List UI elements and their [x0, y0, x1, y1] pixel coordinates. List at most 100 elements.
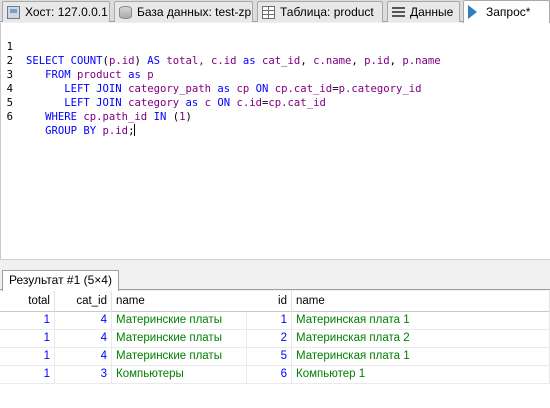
sql-token: p.id: [364, 55, 390, 67]
cell-cat-id[interactable]: 3: [55, 366, 112, 383]
sql-token: cp.path_id: [83, 111, 148, 123]
sql-token: total,: [159, 55, 212, 67]
cell-product-name[interactable]: Материнская плата 1: [292, 312, 550, 329]
sql-token: ,: [351, 55, 365, 67]
column-header-total[interactable]: total: [0, 291, 55, 312]
tab-table[interactable]: Таблица: product: [257, 1, 383, 22]
tab-data[interactable]: Данные: [387, 1, 460, 22]
sql-token: as: [210, 83, 237, 95]
sql-token: AS: [147, 55, 160, 67]
cell-product-name[interactable]: Материнская плата 2: [292, 330, 550, 347]
tab-query-label: Запрос*: [486, 5, 531, 19]
cell-product-name[interactable]: Компьютер 1: [292, 366, 550, 383]
database-icon: [119, 5, 132, 19]
sql-token: p.name: [402, 55, 441, 67]
sql-token: WHERE: [26, 111, 84, 123]
cell-total[interactable]: 1: [0, 330, 55, 347]
tab-query[interactable]: Запрос*: [463, 0, 550, 23]
sql-token: c.name: [313, 55, 352, 67]
sql-token: product: [77, 69, 122, 81]
sql-token: ): [134, 55, 148, 67]
cell-product-name[interactable]: Материнская плата 1: [292, 348, 550, 365]
cell-category-name[interactable]: Материнские платы: [112, 330, 247, 347]
result-tab-bar: Результат #1 (5×4): [0, 269, 550, 291]
sql-token: ,: [389, 55, 403, 67]
sql-editor[interactable]: 1 SELECT COUNT(p.id) AS total, c.id as c…: [0, 23, 550, 259]
document-tab-bar: Хост: 127.0.0.1 База данных: test-zp Таб…: [0, 0, 550, 23]
sql-token: c: [204, 97, 218, 109]
table-icon: [262, 5, 275, 19]
cell-cat-id[interactable]: 4: [55, 348, 112, 365]
tab-database-label: База данных: test-zp: [137, 5, 252, 19]
code-text[interactable]: LEFT JOIN category_path as cp ON cp.cat_…: [26, 82, 422, 96]
sql-token: ): [185, 111, 192, 123]
sql-token: as: [121, 69, 148, 81]
code-line: 3 LEFT JOIN category_path as cp ON cp.ca…: [1, 54, 422, 95]
server-icon: [7, 5, 20, 19]
result-grid[interactable]: total cat_id name id name 1 4 Матерински…: [0, 291, 550, 408]
sql-token: ,: [300, 55, 314, 67]
code-text[interactable]: GROUP BY p.id;: [26, 124, 136, 138]
code-line: 5 WHERE cp.path_id IN (1): [1, 82, 192, 123]
data-icon: [392, 5, 405, 19]
sql-token: cp.cat_id: [274, 83, 333, 95]
tab-database[interactable]: База данных: test-zp: [114, 1, 253, 22]
cell-total[interactable]: 1: [0, 312, 55, 329]
sql-token: cp: [236, 83, 256, 95]
sql-token: IN: [147, 111, 173, 123]
cell-id[interactable]: 5: [247, 348, 292, 365]
line-number: 6: [6, 111, 13, 123]
sql-token: ON: [217, 97, 237, 109]
tab-result-1[interactable]: Результат #1 (5×4): [2, 270, 119, 291]
code-text[interactable]: FROM product as p: [26, 68, 154, 82]
sql-token: cat_id: [262, 55, 301, 67]
code-text[interactable]: LEFT JOIN category as c ON c.id=cp.cat_i…: [26, 96, 326, 110]
cell-id[interactable]: 6: [247, 366, 292, 383]
sql-token: p.category_id: [338, 83, 422, 95]
code-line: 2 FROM product as p: [1, 40, 154, 81]
sql-token: c.id: [211, 55, 237, 67]
sql-token: as: [179, 97, 205, 109]
code-line: 1 SELECT COUNT(p.id) AS total, c.id as c…: [1, 26, 441, 67]
table-row[interactable]: 1 4 Материнские платы 2 Материнская плат…: [0, 330, 550, 348]
tab-data-label: Данные: [410, 5, 454, 19]
sql-token: p.id: [108, 55, 135, 67]
column-header-id[interactable]: id: [247, 291, 292, 312]
cell-cat-id[interactable]: 4: [55, 312, 112, 329]
cell-total[interactable]: 1: [0, 366, 55, 383]
code-text[interactable]: SELECT COUNT(p.id) AS total, c.id as cat…: [26, 54, 441, 68]
sql-token: cp.cat_id: [268, 97, 326, 109]
code-text[interactable]: WHERE cp.path_id IN (1): [26, 110, 192, 124]
cell-category-name[interactable]: Материнские платы: [112, 348, 247, 365]
sql-token: SELECT COUNT: [26, 55, 103, 67]
column-header-cat-id[interactable]: cat_id: [55, 291, 112, 312]
cell-total[interactable]: 1: [0, 348, 55, 365]
sql-token: p: [147, 69, 154, 81]
table-row[interactable]: 1 4 Материнские платы 1 Материнская плат…: [0, 312, 550, 330]
table-row[interactable]: 1 4 Материнские платы 5 Материнская плат…: [0, 348, 550, 366]
query-play-icon: [468, 5, 481, 19]
editor-result-splitter[interactable]: [0, 259, 550, 269]
cell-id[interactable]: 2: [247, 330, 292, 347]
sql-token: LEFT JOIN: [26, 97, 129, 109]
sql-token: c.id: [236, 97, 263, 109]
code-line: 4 LEFT JOIN category as c ON c.id=cp.cat…: [1, 68, 326, 109]
tab-host[interactable]: Хост: 127.0.0.1: [2, 1, 110, 22]
table-row[interactable]: 1 3 Компьютеры 6 Компьютер 1: [0, 366, 550, 384]
sql-token: as: [236, 55, 263, 67]
sql-token: FROM: [26, 69, 78, 81]
cell-category-name[interactable]: Компьютеры: [112, 366, 247, 383]
code-line: 6 GROUP BY p.id;: [1, 96, 136, 137]
cell-id[interactable]: 1: [247, 312, 292, 329]
sql-token: p.id: [102, 125, 129, 137]
tab-table-label: Таблица: product: [280, 5, 374, 19]
sql-token: GROUP BY: [26, 125, 103, 137]
sql-token: category_path: [128, 83, 211, 95]
text-cursor: [134, 124, 136, 136]
sql-token: LEFT JOIN: [26, 83, 129, 95]
column-header-product-name[interactable]: name: [292, 291, 550, 312]
cell-category-name[interactable]: Материнские платы: [112, 312, 247, 329]
cell-cat-id[interactable]: 4: [55, 330, 112, 347]
sql-token: category: [128, 97, 180, 109]
grid-header: total cat_id name id name: [0, 291, 550, 312]
